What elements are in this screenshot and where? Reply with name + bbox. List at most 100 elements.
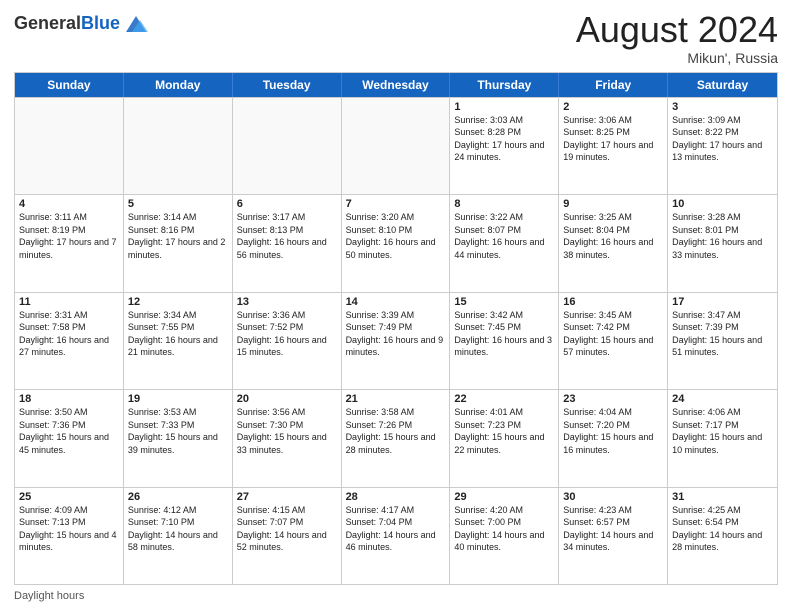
sun-info: Sunrise: 3:17 AMSunset: 8:13 PMDaylight:… [237,211,337,261]
calendar-cell [233,98,342,194]
logo-general-text: General [14,13,81,33]
day-header-saturday: Saturday [668,73,777,97]
calendar-cell: 9Sunrise: 3:25 AMSunset: 8:04 PMDaylight… [559,195,668,291]
calendar-cell: 16Sunrise: 3:45 AMSunset: 7:42 PMDayligh… [559,293,668,389]
day-header-thursday: Thursday [450,73,559,97]
day-number: 23 [563,393,663,405]
day-number: 16 [563,296,663,308]
sun-info: Sunrise: 3:09 AMSunset: 8:22 PMDaylight:… [672,114,773,164]
sun-info: Sunrise: 3:42 AMSunset: 7:45 PMDaylight:… [454,309,554,359]
footer-note: Daylight hours [14,590,778,602]
sun-info: Sunrise: 3:56 AMSunset: 7:30 PMDaylight:… [237,406,337,456]
day-header-friday: Friday [559,73,668,97]
logo-blue-text: Blue [81,13,120,33]
day-header-sunday: Sunday [15,73,124,97]
day-number: 4 [19,198,119,210]
calendar-cell: 24Sunrise: 4:06 AMSunset: 7:17 PMDayligh… [668,390,777,486]
sun-info: Sunrise: 3:58 AMSunset: 7:26 PMDaylight:… [346,406,446,456]
calendar-cell [15,98,124,194]
day-number: 13 [237,296,337,308]
calendar-cell: 30Sunrise: 4:23 AMSunset: 6:57 PMDayligh… [559,488,668,584]
calendar-cell: 18Sunrise: 3:50 AMSunset: 7:36 PMDayligh… [15,390,124,486]
day-number: 6 [237,198,337,210]
header: GeneralBlue August 2024 Mikun', Russia [14,10,778,66]
calendar-cell [124,98,233,194]
sun-info: Sunrise: 4:17 AMSunset: 7:04 PMDaylight:… [346,504,446,554]
title-area: August 2024 Mikun', Russia [576,10,778,66]
day-number: 26 [128,491,228,503]
day-number: 14 [346,296,446,308]
logo: GeneralBlue [14,10,150,38]
day-header-wednesday: Wednesday [342,73,451,97]
sun-info: Sunrise: 4:09 AMSunset: 7:13 PMDaylight:… [19,504,119,554]
sun-info: Sunrise: 4:06 AMSunset: 7:17 PMDaylight:… [672,406,773,456]
day-number: 29 [454,491,554,503]
day-number: 31 [672,491,773,503]
calendar-header-row: SundayMondayTuesdayWednesdayThursdayFrid… [15,73,777,97]
calendar-cell: 13Sunrise: 3:36 AMSunset: 7:52 PMDayligh… [233,293,342,389]
calendar-cell: 31Sunrise: 4:25 AMSunset: 6:54 PMDayligh… [668,488,777,584]
day-header-monday: Monday [124,73,233,97]
day-number: 18 [19,393,119,405]
calendar-cell: 6Sunrise: 3:17 AMSunset: 8:13 PMDaylight… [233,195,342,291]
day-number: 22 [454,393,554,405]
calendar-cell: 7Sunrise: 3:20 AMSunset: 8:10 PMDaylight… [342,195,451,291]
calendar-cell: 15Sunrise: 3:42 AMSunset: 7:45 PMDayligh… [450,293,559,389]
day-number: 7 [346,198,446,210]
day-number: 11 [19,296,119,308]
calendar-cell: 29Sunrise: 4:20 AMSunset: 7:00 PMDayligh… [450,488,559,584]
calendar-cell: 22Sunrise: 4:01 AMSunset: 7:23 PMDayligh… [450,390,559,486]
sun-info: Sunrise: 4:04 AMSunset: 7:20 PMDaylight:… [563,406,663,456]
calendar-cell: 17Sunrise: 3:47 AMSunset: 7:39 PMDayligh… [668,293,777,389]
sun-info: Sunrise: 3:53 AMSunset: 7:33 PMDaylight:… [128,406,228,456]
sun-info: Sunrise: 3:28 AMSunset: 8:01 PMDaylight:… [672,211,773,261]
sun-info: Sunrise: 3:36 AMSunset: 7:52 PMDaylight:… [237,309,337,359]
day-number: 19 [128,393,228,405]
sun-info: Sunrise: 3:14 AMSunset: 8:16 PMDaylight:… [128,211,228,261]
day-number: 17 [672,296,773,308]
day-number: 30 [563,491,663,503]
sun-info: Sunrise: 3:06 AMSunset: 8:25 PMDaylight:… [563,114,663,164]
location: Mikun', Russia [576,50,778,66]
calendar-cell: 14Sunrise: 3:39 AMSunset: 7:49 PMDayligh… [342,293,451,389]
sun-info: Sunrise: 4:25 AMSunset: 6:54 PMDaylight:… [672,504,773,554]
calendar-cell: 23Sunrise: 4:04 AMSunset: 7:20 PMDayligh… [559,390,668,486]
calendar-cell: 25Sunrise: 4:09 AMSunset: 7:13 PMDayligh… [15,488,124,584]
sun-info: Sunrise: 3:22 AMSunset: 8:07 PMDaylight:… [454,211,554,261]
calendar-cell: 2Sunrise: 3:06 AMSunset: 8:25 PMDaylight… [559,98,668,194]
sun-info: Sunrise: 4:15 AMSunset: 7:07 PMDaylight:… [237,504,337,554]
sun-info: Sunrise: 3:34 AMSunset: 7:55 PMDaylight:… [128,309,228,359]
day-number: 15 [454,296,554,308]
calendar-cell: 1Sunrise: 3:03 AMSunset: 8:28 PMDaylight… [450,98,559,194]
calendar-cell: 10Sunrise: 3:28 AMSunset: 8:01 PMDayligh… [668,195,777,291]
day-number: 3 [672,101,773,113]
calendar-week-3: 11Sunrise: 3:31 AMSunset: 7:58 PMDayligh… [15,292,777,389]
sun-info: Sunrise: 4:20 AMSunset: 7:00 PMDaylight:… [454,504,554,554]
calendar-cell: 5Sunrise: 3:14 AMSunset: 8:16 PMDaylight… [124,195,233,291]
sun-info: Sunrise: 4:12 AMSunset: 7:10 PMDaylight:… [128,504,228,554]
sun-info: Sunrise: 3:03 AMSunset: 8:28 PMDaylight:… [454,114,554,164]
calendar-cell [342,98,451,194]
day-number: 24 [672,393,773,405]
calendar-cell: 12Sunrise: 3:34 AMSunset: 7:55 PMDayligh… [124,293,233,389]
calendar-cell: 4Sunrise: 3:11 AMSunset: 8:19 PMDaylight… [15,195,124,291]
calendar: SundayMondayTuesdayWednesdayThursdayFrid… [14,72,778,585]
calendar-body: 1Sunrise: 3:03 AMSunset: 8:28 PMDaylight… [15,97,777,584]
sun-info: Sunrise: 4:23 AMSunset: 6:57 PMDaylight:… [563,504,663,554]
sun-info: Sunrise: 3:11 AMSunset: 8:19 PMDaylight:… [19,211,119,261]
day-number: 21 [346,393,446,405]
sun-info: Sunrise: 3:47 AMSunset: 7:39 PMDaylight:… [672,309,773,359]
calendar-cell: 8Sunrise: 3:22 AMSunset: 8:07 PMDaylight… [450,195,559,291]
sun-info: Sunrise: 3:39 AMSunset: 7:49 PMDaylight:… [346,309,446,359]
day-number: 28 [346,491,446,503]
sun-info: Sunrise: 3:20 AMSunset: 8:10 PMDaylight:… [346,211,446,261]
calendar-cell: 26Sunrise: 4:12 AMSunset: 7:10 PMDayligh… [124,488,233,584]
calendar-cell: 20Sunrise: 3:56 AMSunset: 7:30 PMDayligh… [233,390,342,486]
sun-info: Sunrise: 4:01 AMSunset: 7:23 PMDaylight:… [454,406,554,456]
calendar-cell: 27Sunrise: 4:15 AMSunset: 7:07 PMDayligh… [233,488,342,584]
calendar-week-2: 4Sunrise: 3:11 AMSunset: 8:19 PMDaylight… [15,194,777,291]
calendar-cell: 3Sunrise: 3:09 AMSunset: 8:22 PMDaylight… [668,98,777,194]
day-number: 2 [563,101,663,113]
sun-info: Sunrise: 3:31 AMSunset: 7:58 PMDaylight:… [19,309,119,359]
day-number: 20 [237,393,337,405]
